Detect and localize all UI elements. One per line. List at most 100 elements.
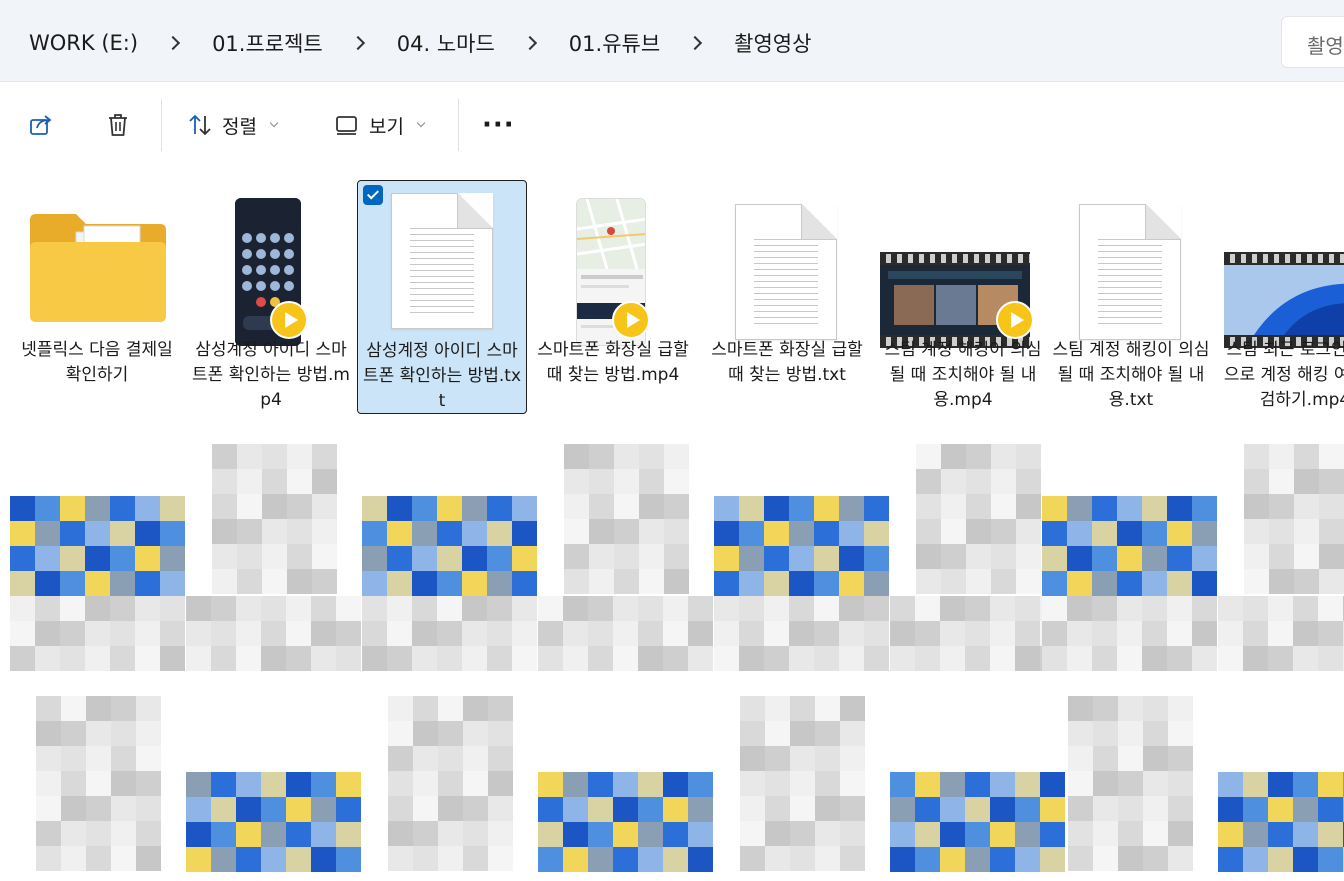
blur-pixel <box>614 444 639 469</box>
file-item-video[interactable]: 스팀 최근 로그인 기록으로 계정 해킹 여부 점검하기.mp4 <box>1220 180 1344 414</box>
blur-pixel <box>136 846 161 871</box>
blur-pixel <box>135 521 160 546</box>
blur-pixel <box>740 746 765 771</box>
blur-pixel <box>1143 796 1168 821</box>
blur-pixel <box>789 646 814 671</box>
blur-pixel <box>1294 569 1319 594</box>
breadcrumb-item-current[interactable]: 촬영영상 <box>734 28 811 58</box>
blur-pixel <box>890 772 915 797</box>
blur-pixel <box>990 646 1015 671</box>
share-button[interactable] <box>27 105 55 145</box>
blur-pixel <box>940 621 965 646</box>
blur-pixel <box>991 494 1016 519</box>
blur-pixel <box>1218 646 1243 671</box>
blur-pixel <box>1143 771 1168 796</box>
blur-pixel <box>714 621 739 646</box>
blur-pixel <box>1142 546 1167 571</box>
blur-pixel <box>839 521 864 546</box>
blur-pixel <box>412 546 437 571</box>
blur-pixel <box>639 444 664 469</box>
file-item-text[interactable]: 스마트폰 화장실 급할때 찾는 방법.txt <box>702 180 872 414</box>
file-item-video[interactable]: 삼성계정 아이디 스마트폰 확인하는 방법.mp4 <box>186 180 356 414</box>
blur-pixel <box>387 496 412 521</box>
delete-button[interactable] <box>104 105 132 145</box>
breadcrumb-item-project[interactable]: 01.프로젝트 <box>212 28 323 58</box>
blur-pixel <box>135 596 160 621</box>
blur-pixel <box>1319 569 1344 594</box>
file-item-video[interactable]: 스마트폰 화장실 급할때 찾는 방법.mp4 <box>528 180 698 414</box>
breadcrumb-item-youtube[interactable]: 01.유튜브 <box>569 28 660 58</box>
blur-pixel <box>1093 746 1118 771</box>
blur-pixel <box>790 846 815 871</box>
blur-pixel <box>1318 621 1343 646</box>
blur-pixel <box>790 821 815 846</box>
blur-pixel <box>613 822 638 847</box>
blur-pixel <box>1218 822 1243 847</box>
blur-pixel <box>1192 496 1217 521</box>
blur-pixel <box>915 621 940 646</box>
blur-pixel <box>287 544 312 569</box>
blur-pixel <box>336 621 361 646</box>
file-name: 스팀 계정 해킹이 의심될 때 조치해야 될 내용.mp4 <box>884 340 1042 410</box>
blur-pixel <box>1015 847 1040 872</box>
blur-pixel <box>764 496 789 521</box>
blur-pixel <box>311 822 336 847</box>
blur-pixel <box>463 821 488 846</box>
blur-pixel <box>61 746 86 771</box>
blur-pixel <box>212 469 237 494</box>
file-item-text-selected[interactable]: 삼성계정 아이디 스마트폰 확인하는 방법.txt <box>357 180 527 414</box>
blur-pixel <box>639 469 664 494</box>
blur-pixel <box>740 721 765 746</box>
blur-pixel <box>111 846 136 871</box>
blur-pixel <box>186 797 211 822</box>
blur-pixel <box>135 571 160 596</box>
blur-pixel <box>60 596 85 621</box>
address-bar[interactable]: WORK (E:) 01.프로젝트 04. 노마드 01.유튜브 촬영영상 촬영… <box>0 0 1344 82</box>
sort-button[interactable]: 정렬 <box>186 105 279 145</box>
file-item-text[interactable]: 스팀 계정 해킹이 의심될 때 조치해야 될 내용.txt <box>1046 180 1216 414</box>
blur-pixel <box>965 797 990 822</box>
search-input[interactable]: 촬영영상 검색 <box>1281 16 1344 68</box>
blur-pixel <box>915 847 940 872</box>
blur-pixel <box>463 746 488 771</box>
blur-pixel <box>663 822 688 847</box>
file-item-video[interactable]: 스팀 계정 해킹이 의심될 때 조치해야 될 내용.mp4 <box>878 180 1048 414</box>
blur-pixel <box>110 621 135 646</box>
breadcrumb-item-nomad[interactable]: 04. 노마드 <box>397 28 495 58</box>
view-button[interactable]: 보기 <box>333 105 426 145</box>
file-item-folder[interactable]: 넷플릭스 다음 결제일 확인하기 <box>12 180 182 414</box>
blur-pixel <box>1318 646 1343 671</box>
blur-pixel <box>1319 544 1344 569</box>
blur-pixel <box>186 596 211 621</box>
blur-pixel <box>261 797 286 822</box>
blur-pixel <box>538 847 563 872</box>
blur-pixel <box>538 646 563 671</box>
blur-pixel <box>1319 494 1344 519</box>
blur-pixel <box>438 796 463 821</box>
file-name: 스마트폰 화장실 급할때 찾는 방법.txt <box>711 340 863 385</box>
blur-pixel <box>1142 571 1167 596</box>
blur-pixel <box>814 521 839 546</box>
blur-pixel <box>85 546 110 571</box>
breadcrumb: WORK (E:) 01.프로젝트 04. 노마드 01.유튜브 촬영영상 <box>29 28 811 58</box>
blur-pixel <box>688 847 713 872</box>
blur-pixel <box>1040 822 1065 847</box>
blur-pixel <box>1167 496 1192 521</box>
blur-pixel <box>10 646 35 671</box>
more-button[interactable]: ··· <box>482 105 515 145</box>
blur-pixel <box>1092 546 1117 571</box>
blur-pixel <box>1294 519 1319 544</box>
blur-pixel <box>1042 496 1067 521</box>
blur-pixel <box>412 596 437 621</box>
breadcrumb-item-drive[interactable]: WORK (E:) <box>29 31 138 55</box>
blur-pixel <box>588 596 613 621</box>
blur-pixel <box>588 847 613 872</box>
blur-pixel <box>1092 646 1117 671</box>
blur-pixel <box>61 696 86 721</box>
blur-pixel <box>941 494 966 519</box>
blur-pixel <box>1318 847 1343 872</box>
blur-pixel <box>789 546 814 571</box>
blur-pixel <box>262 469 287 494</box>
blur-pixel <box>1092 521 1117 546</box>
blur-pixel <box>388 796 413 821</box>
